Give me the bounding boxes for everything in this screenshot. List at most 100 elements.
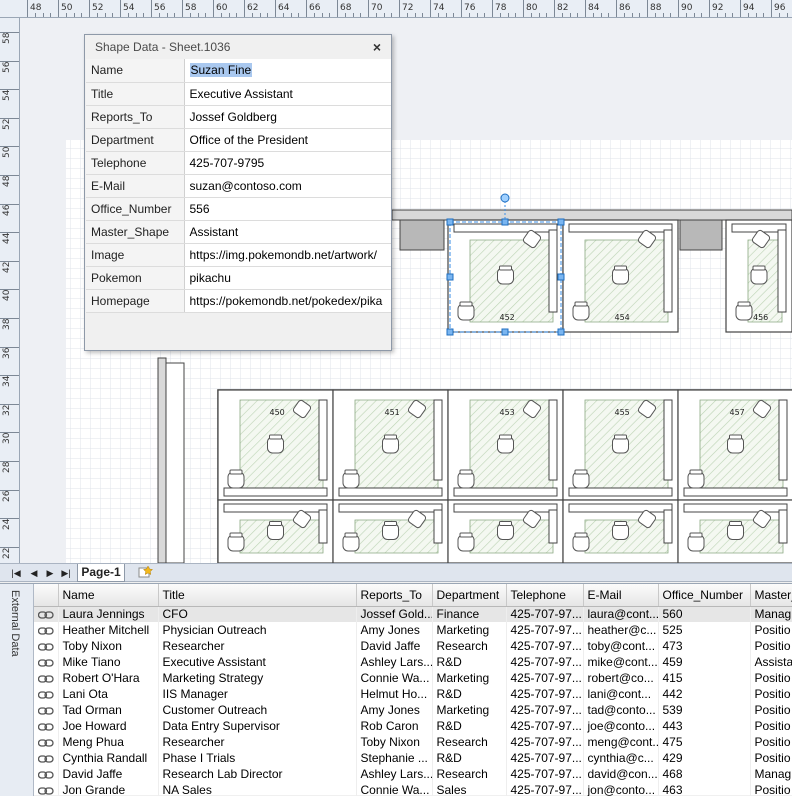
value-text[interactable]: Executive Assistant [190,87,293,101]
shape-data-row[interactable]: Image https://img.pokemondb.net/artwork/ [86,243,391,267]
shape-data-key: E-Mail [86,174,185,198]
shape-data-value[interactable]: Office of the President [184,128,391,152]
table-row[interactable]: Joe Howard Data Entry Supervisor Rob Caron… [34,718,792,734]
ruler-label: 28 [2,461,12,473]
table-row[interactable]: David Jaffe Research Lab Director Ashley L… [34,766,792,782]
first-page-button[interactable]: |◀ [10,566,22,580]
close-icon[interactable]: × [369,35,385,59]
ruler-tick [399,0,400,17]
table-cell: joe@conto... [583,718,659,734]
shape-data-row[interactable]: Reports_To Jossef Goldberg [86,105,391,129]
link-cell [34,686,59,702]
table-row[interactable]: Heather Mitchell Physician Outreach Amy Jo… [34,622,792,638]
shape-data-value[interactable]: https://img.pokemondb.net/artwork/ [184,243,391,267]
ruler-tick [337,0,338,17]
shape-data-row[interactable]: E-Mail suzan@contoso.com [86,174,391,198]
shape-data-value[interactable]: Assistant [184,220,391,244]
shape-data-row[interactable]: Telephone 425-707-9795 [86,151,391,175]
next-page-button[interactable]: ▶ [44,566,56,580]
shape-data-row[interactable]: Title Executive Assistant [86,82,391,106]
value-text[interactable]: https://img.pokemondb.net/artwork/ [190,248,377,262]
external-data-grid[interactable]: Name Title Reports_To Department Telephone E-… [34,584,792,796]
ruler-tick [554,0,555,17]
table-cell: R&D [432,686,507,702]
table-row[interactable]: Jon Grande NA Sales Connie Wa... Sales 425-7… [34,782,792,796]
selection-handle [557,273,565,281]
shape-data-row[interactable]: Name Suzan Fine [86,59,391,83]
shape-data-key: Title [86,82,185,106]
value-text[interactable]: pikachu [190,271,231,285]
selected-value-text[interactable]: Suzan Fine [189,63,253,78]
chain-link-icon [38,723,54,731]
last-page-button[interactable]: ▶| [60,566,72,580]
value-text[interactable]: 556 [190,202,210,216]
value-text[interactable]: suzan@contoso.com [190,179,302,193]
column-header[interactable]: Reports_To [356,584,433,607]
column-header[interactable]: Telephone [506,584,584,607]
table-row[interactable]: Robert O'Hara Marketing Strategy Connie Wa… [34,670,792,686]
column-header[interactable]: Department [432,584,507,607]
shape-data-value[interactable]: Executive Assistant [184,82,391,106]
link-cell [34,766,59,782]
link-cell [34,638,59,654]
column-header[interactable]: Name [58,584,159,607]
tab-page-1[interactable]: Page-1 [77,564,125,582]
value-text[interactable]: https://pokemondb.net/pokedex/pika [190,294,383,308]
ruler-label: 38 [2,318,12,330]
table-row[interactable]: Mike Tiano Executive Assistant Ashley Lars… [34,654,792,670]
table-row[interactable]: Meng Phua Researcher Toby Nixon Research 425… [34,734,792,750]
chair-back [689,532,703,538]
table-cell: lani@cont... [583,686,659,702]
chair-back [384,521,397,526]
table-cell: 442 [658,686,751,702]
ruler-tick [89,0,90,17]
shape-data-value[interactable]: pikachu [184,266,391,290]
shape-data-table: Name Suzan Fine Title Executive Assistant Re… [86,59,391,313]
table-cell: robert@co... [583,670,659,686]
table-row[interactable]: Tad Orman Customer Outreach Amy Jones Marke… [34,702,792,718]
shape-data-row[interactable]: Office_Number 556 [86,197,391,221]
shape-data-value[interactable]: https://pokemondb.net/pokedex/pika [184,289,391,313]
room-number: 454 [615,313,630,322]
chain-link-icon [38,691,54,699]
selection-handle [446,328,454,336]
chair-back [499,521,512,526]
external-data-sidebar[interactable]: External Data [0,584,34,796]
previous-page-button[interactable]: ◀ [28,566,40,580]
shape-data-value[interactable]: Jossef Goldberg [184,105,391,129]
ruler-tick [647,0,648,17]
table-cell: Researcher [158,734,357,750]
shape-data-row[interactable]: Pokemon pikachu [86,266,391,290]
table-cell: 415 [658,670,751,686]
insert-page-icon[interactable] [134,565,156,581]
shape-data-window[interactable]: Shape Data - Sheet.1036 × Name Suzan Fine… [84,34,392,351]
value-text[interactable]: Office of the President [190,133,309,147]
shape-data-value[interactable]: Suzan Fine [184,59,391,83]
table-row[interactable]: Lani Ota IIS Manager Helmut Ho... R&D 425-70… [34,686,792,702]
shape-data-key: Department [86,128,185,152]
chair-back [574,301,588,307]
shape-data-row[interactable]: Homepage https://pokemondb.net/pokedex/pi… [86,289,391,313]
ruler-label: 70 [371,3,383,13]
column-header[interactable]: Master_ [750,584,792,607]
column-header[interactable]: Office_Number [658,584,751,607]
table-row[interactable]: Cynthia Randall Phase I Trials Stephanie .… [34,750,792,766]
shape-data-value[interactable]: 425-707-9795 [184,151,391,175]
table-cell: NA Sales [158,782,357,796]
shape-data-row[interactable]: Department Office of the President [86,128,391,152]
column-header[interactable]: E-Mail [583,584,659,607]
table-row[interactable]: Toby Nixon Researcher David Jaffe Research 4… [34,638,792,654]
shape-data-value[interactable]: suzan@contoso.com [184,174,391,198]
room-number: 452 [500,313,515,322]
value-text[interactable]: Assistant [190,225,239,239]
shape-data-value[interactable]: 556 [184,197,391,221]
value-text[interactable]: Jossef Goldberg [190,110,277,124]
value-text[interactable]: 425-707-9795 [190,156,265,170]
shape-data-row[interactable]: Master_Shape Assistant [86,220,391,244]
table-row[interactable]: Laura Jennings CFO Jossef Gold... Finance 42… [34,606,792,622]
column-header[interactable]: Title [158,584,357,607]
wall [157,357,167,563]
shape-data-title[interactable]: Shape Data - Sheet.1036 × [85,35,391,59]
table-cell: Research [432,638,507,654]
ruler-label: 56 [2,61,12,73]
